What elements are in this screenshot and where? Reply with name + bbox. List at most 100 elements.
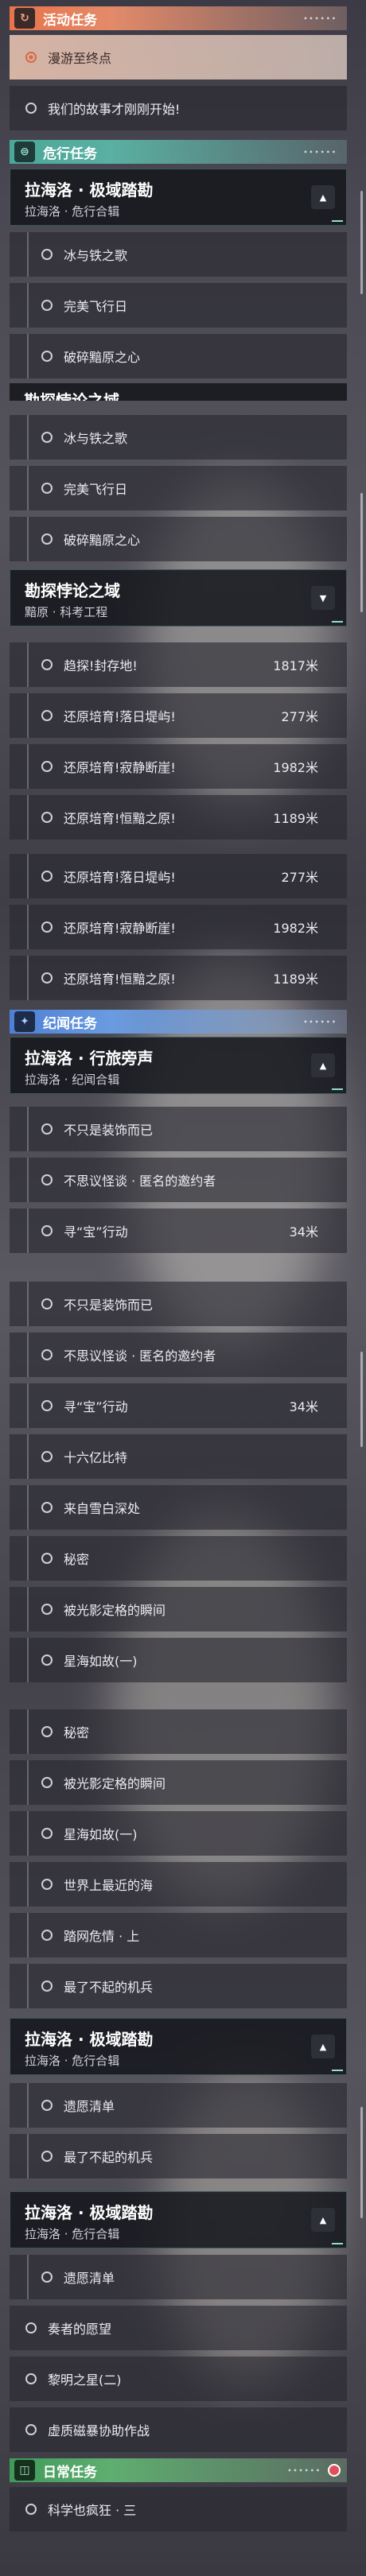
section-title: 纪闻任务 [43, 1015, 97, 1032]
distance-label: 34米 [289, 1224, 318, 1240]
item-label: 世界上最近的海 [64, 1878, 154, 1893]
list-item[interactable]: 黎明之星(二) [10, 2357, 347, 2401]
item-label: 来自雪白深处 [64, 1501, 141, 1516]
list-item[interactable]: 星海如故(一) [10, 1638, 347, 1682]
list-item[interactable]: 还原培育!寂静断崖! 1982米 [10, 744, 347, 789]
list-item[interactable]: 秘密 [10, 1709, 347, 1754]
quest-card[interactable]: 勘探悖论之域 黯原 · 科考工程 ▼ [10, 569, 347, 627]
item-label: 破碎黯原之心 [64, 350, 141, 365]
distance-label: 34米 [289, 1399, 318, 1414]
collapse-toggle-icon[interactable]: ▲ [311, 185, 335, 209]
item-label: 被光影定格的瞬间 [64, 1603, 166, 1618]
list-item[interactable]: 世界上最近的海 [10, 1862, 347, 1907]
corner-mark [332, 220, 343, 222]
section-header-danger[interactable]: ⊜ 危行任务 •••••• [10, 140, 347, 164]
list-item[interactable]: 还原培育!落日堤屿! 277米 [10, 693, 347, 738]
list-item[interactable]: 遗愿清单 [10, 2255, 347, 2299]
list-item[interactable]: 趋探!封存地! 1817米 [10, 642, 347, 687]
item-label: 秘密 [64, 1552, 90, 1567]
list-item[interactable]: 奏者的愿望 [10, 2306, 347, 2350]
scrollbar[interactable] [360, 191, 363, 294]
list-item[interactable]: 踏网危情 · 上 [10, 1913, 347, 1957]
list-item[interactable]: 还原培育!恒黯之原! 1189米 [10, 956, 347, 1000]
list-item[interactable]: 完美飞行日 [10, 283, 347, 328]
list-item[interactable]: 还原培育!恒黯之原! 1189米 [10, 795, 347, 840]
radio-icon [41, 1980, 53, 1992]
list-item[interactable]: 我们的故事才刚刚开始! [10, 86, 347, 130]
item-label: 还原培育!寂静断崖! [64, 921, 176, 936]
collapse-toggle-icon[interactable]: ▲ [311, 2035, 335, 2058]
quest-card[interactable]: 拉海洛 · 行旅旁声 拉海洛 · 纪闻合辑 ▲ [10, 1037, 347, 1094]
list-item[interactable]: 十六亿比特 [10, 1434, 347, 1479]
list-item[interactable]: 破碎黯原之心 [10, 517, 347, 561]
collapse-toggle-icon[interactable]: ▼ [311, 586, 335, 610]
scrollbar[interactable] [360, 2107, 363, 2218]
quest-subtitle: 拉海洛 · 危行合辑 [25, 2054, 120, 2068]
quest-card[interactable]: 拉海洛 · 极域踏勘 拉海洛 · 危行合辑 ▲ [10, 2018, 347, 2075]
list-item[interactable]: 破碎黯原之心 [10, 334, 347, 378]
section-header-legend[interactable]: ✦ 纪闻任务 •••••• [10, 1010, 347, 1034]
list-item[interactable]: 还原培育!落日堤屿! 277米 [10, 854, 347, 898]
decor-dots: •••••• [303, 15, 337, 22]
radio-icon [41, 2100, 53, 2111]
quest-name: 勘探悖论之域 [24, 391, 119, 401]
daily-icon: ◫ [14, 2460, 35, 2481]
activity-icon: ↻ [14, 8, 35, 29]
radio-icon [25, 2373, 37, 2384]
radio-icon [41, 659, 53, 670]
notification-dot-icon [328, 2464, 341, 2477]
quest-card[interactable]: 拉海洛 · 极域踏勘 拉海洛 · 危行合辑 ▲ [10, 2191, 347, 2248]
list-item[interactable]: 来自雪白深处 [10, 1485, 347, 1530]
section-header-daily[interactable]: ◫ 日常任务 •••••• [10, 2458, 347, 2482]
list-item[interactable]: 被光影定格的瞬间 [10, 1760, 347, 1805]
list-item[interactable]: 遗愿清单 [10, 2083, 347, 2128]
list-item[interactable]: 还原培育!寂静断崖! 1982米 [10, 905, 347, 949]
list-item[interactable]: 星海如故(一) [10, 1811, 347, 1856]
radio-icon [41, 2151, 53, 2162]
scrollbar[interactable] [360, 1352, 363, 1447]
radio-icon [41, 1655, 53, 1666]
list-item[interactable]: 寻“宝”行动 34米 [10, 1208, 347, 1253]
list-item[interactable]: 不只是装饰而已 [10, 1282, 347, 1326]
radio-icon [41, 921, 53, 933]
list-item[interactable]: 不只是装饰而已 [10, 1107, 347, 1151]
item-label: 最了不起的机兵 [64, 2150, 154, 2165]
scrollbar[interactable] [360, 493, 363, 612]
list-item[interactable]: 被光影定格的瞬间 [10, 1587, 347, 1631]
list-item[interactable]: 不思议怪谈 · 匿名的邀约者 [10, 1333, 347, 1377]
corner-mark [332, 621, 343, 623]
item-label: 被光影定格的瞬间 [64, 1776, 166, 1791]
item-label: 还原培育!恒黯之原! [64, 972, 176, 987]
corner-mark [332, 2070, 343, 2071]
list-item[interactable]: 漫游至终点 [10, 35, 347, 80]
list-item[interactable]: 虚质磁暴协助作战 [10, 2407, 347, 2452]
list-item[interactable]: 不思议怪谈 · 匿名的邀约者 [10, 1158, 347, 1202]
list-item[interactable]: 完美飞行日 [10, 466, 347, 510]
radio-icon [41, 812, 53, 823]
list-item[interactable]: 秘密 [10, 1536, 347, 1581]
list-item[interactable]: 冰与铁之歌 [10, 232, 347, 277]
section-title: 日常任务 [43, 2464, 97, 2481]
quest-subtitle: 拉海洛 · 危行合辑 [25, 204, 120, 219]
item-label: 黎明之星(二) [48, 2372, 122, 2388]
list-item[interactable]: 最了不起的机兵 [10, 2134, 347, 2178]
item-label: 不思议怪谈 · 匿名的邀约者 [64, 1348, 216, 1364]
radio-icon [41, 1349, 53, 1360]
list-item[interactable]: 最了不起的机兵 [10, 1964, 347, 2008]
item-label: 寻“宝”行动 [64, 1399, 128, 1414]
section-header-activity[interactable]: ↻ 活动任务 •••••• [10, 6, 347, 30]
list-item[interactable]: 寻“宝”行动 34米 [10, 1383, 347, 1428]
list-item[interactable]: 科学也疯狂 · 三 [10, 2487, 347, 2531]
item-label: 遗愿清单 [64, 2099, 115, 2114]
collapse-toggle-icon[interactable]: ▲ [311, 1053, 335, 1077]
item-label: 最了不起的机兵 [64, 1980, 154, 1995]
distance-label: 1982米 [273, 760, 318, 775]
quest-card[interactable]: 拉海洛 · 极域踏勘 拉海洛 · 危行合辑 ▲ [10, 169, 347, 226]
quest-subtitle: 拉海洛 · 危行合辑 [25, 2227, 120, 2241]
item-label: 冰与铁之歌 [64, 431, 128, 446]
radio-icon [41, 1777, 53, 1788]
list-item[interactable]: 冰与铁之歌 [10, 415, 347, 460]
radio-icon [41, 1828, 53, 1839]
radio-icon [41, 1879, 53, 1890]
collapse-toggle-icon[interactable]: ▲ [311, 2208, 335, 2232]
